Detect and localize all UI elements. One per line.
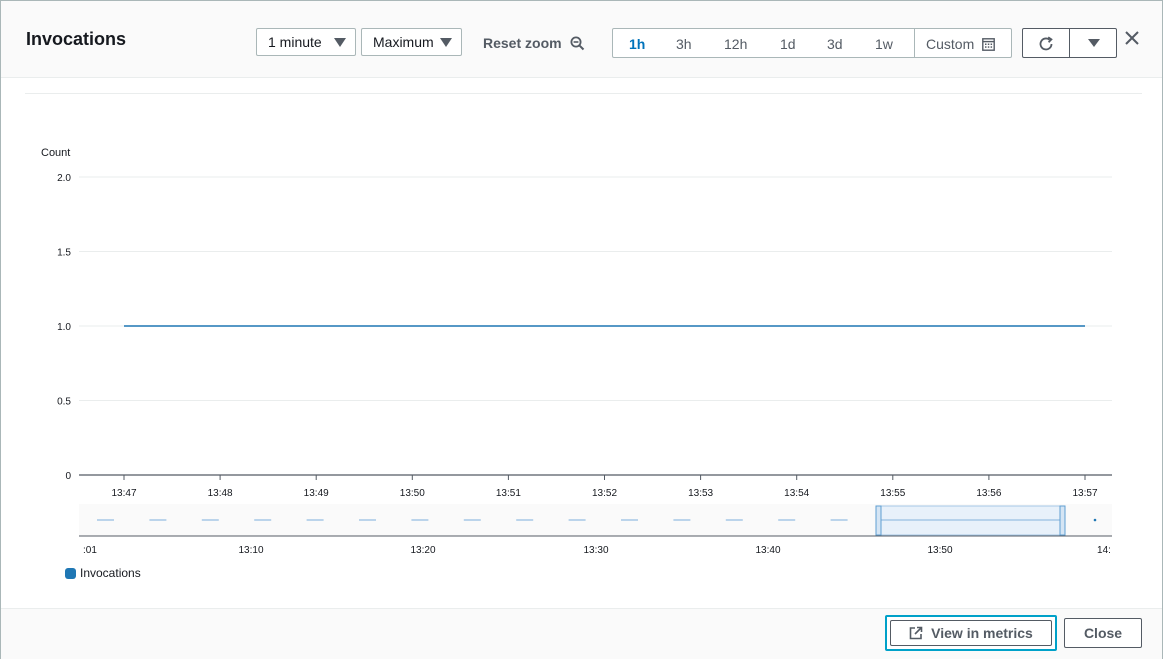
y-tick-label: 1.5 (57, 248, 71, 259)
view-in-metrics-label: View in metrics (931, 625, 1033, 641)
y-axis-label: Count (41, 147, 70, 159)
close-button[interactable]: Close (1064, 618, 1142, 648)
x-tick-label: 13:49 (304, 488, 329, 499)
y-tick-label: 1.0 (57, 322, 71, 333)
legend-label: Invocations (80, 566, 141, 580)
x-tick-label: 13:51 (496, 488, 521, 499)
brush-handle-right (1059, 505, 1066, 536)
overview-series-point (1093, 518, 1097, 522)
view-in-metrics-inner: View in metrics (890, 620, 1052, 646)
x-tick-label: 13:47 (111, 488, 136, 499)
chart-legend[interactable]: Invocations (65, 566, 141, 580)
overview-tick-label: 13:10 (238, 545, 263, 556)
x-tick-label: 13:53 (688, 488, 713, 499)
view-in-metrics-button[interactable]: View in metrics (885, 615, 1057, 651)
x-tick-label: 13:50 (400, 488, 425, 499)
x-tick-label: 13:54 (784, 488, 809, 499)
invocations-dialog: Invocations 1 minute Maximum Reset zoom … (0, 0, 1163, 659)
overview-tick-label: 13:40 (755, 545, 780, 556)
x-tick-label: 13:57 (1072, 488, 1097, 499)
overview-tick-label: 13:50 (927, 545, 952, 556)
overview-tick-label: :01 (83, 545, 97, 556)
invocations-chart: Count 0 0.5 1.0 1.5 2.0 13:47 13:48 13:49 13:50 13… (41, 147, 1112, 556)
x-tick-label: 13:55 (880, 488, 905, 499)
x-tick-label: 13:52 (592, 488, 617, 499)
close-button-label: Close (1083, 625, 1123, 641)
y-tick-label: 2.0 (57, 173, 71, 184)
overview-tick-label: 14: (1097, 545, 1111, 556)
y-tick-label: 0.5 (57, 397, 71, 408)
x-tick-label: 13:48 (208, 488, 233, 499)
overview-tick-label: 13:20 (410, 545, 435, 556)
external-link-icon (909, 626, 923, 640)
legend-swatch (65, 567, 76, 579)
overview-tick-label: 13:30 (583, 545, 608, 556)
x-tick-label: 13:56 (976, 488, 1001, 499)
brush-handle-left (875, 505, 882, 536)
y-tick-label: 0 (65, 471, 71, 482)
